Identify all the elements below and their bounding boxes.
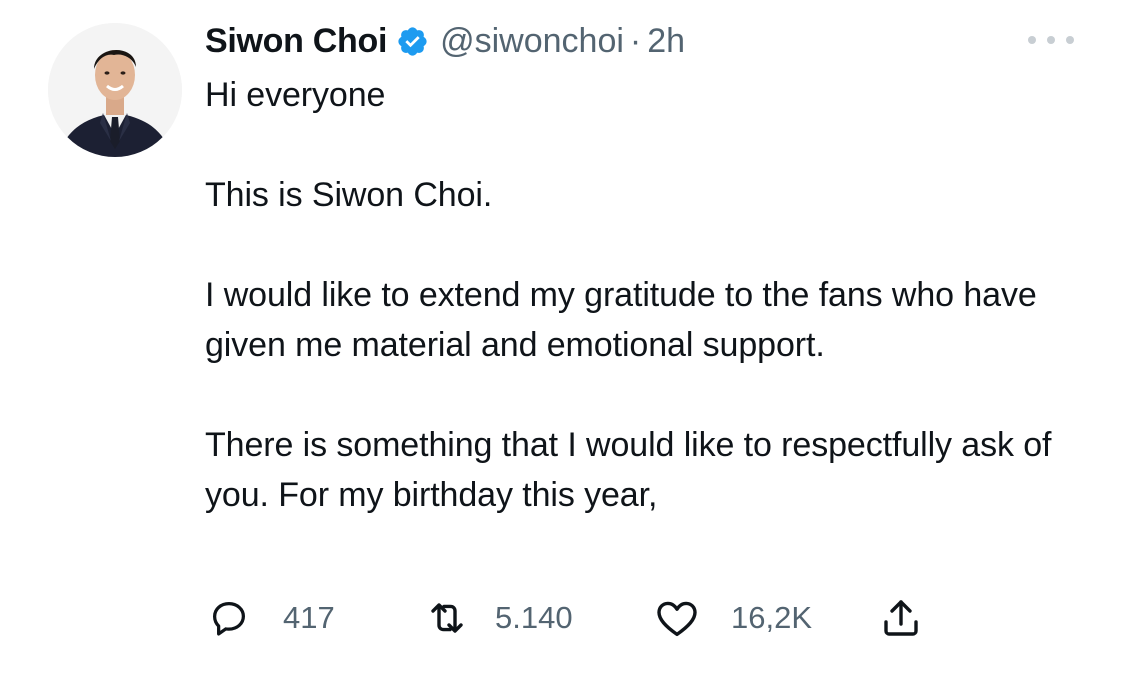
tweet-header: Siwon Choi @siwonchoi · 2h: [205, 18, 685, 64]
reply-count: 417: [283, 600, 335, 635]
more-dot: [1066, 36, 1074, 44]
retweet-icon: [423, 594, 471, 642]
action-bar: 417 5.140 16,2K: [205, 593, 1105, 643]
reply-button[interactable]: 417: [205, 593, 335, 643]
verified-badge-icon: [396, 25, 429, 58]
retweet-count: 5.140: [495, 600, 573, 635]
more-icon[interactable]: [1028, 32, 1074, 48]
avatar[interactable]: [48, 23, 182, 157]
tweet-text: Hi everyone This is Siwon Choi. I would …: [205, 70, 1095, 520]
tweet[interactable]: Siwon Choi @siwonchoi · 2h Hi everyone T…: [0, 0, 1125, 683]
retweet-button[interactable]: 5.140: [423, 593, 573, 643]
tweet-paragraph: I would like to extend my gratitude to t…: [205, 276, 1037, 364]
author-handle[interactable]: @siwonchoi: [440, 22, 624, 61]
reply-icon: [205, 594, 253, 642]
more-dot: [1047, 36, 1055, 44]
share-button[interactable]: [877, 593, 925, 643]
heart-icon: [653, 594, 701, 642]
like-button[interactable]: 16,2K: [653, 593, 812, 643]
share-icon: [877, 594, 925, 642]
tweet-timestamp[interactable]: 2h: [647, 22, 685, 61]
like-count: 16,2K: [731, 600, 813, 635]
tweet-paragraph: This is Siwon Choi.: [205, 176, 493, 214]
separator-dot: ·: [629, 21, 642, 60]
tweet-paragraph: Hi everyone: [205, 76, 386, 114]
author-display-name[interactable]: Siwon Choi: [205, 22, 387, 61]
more-dot: [1028, 36, 1036, 44]
tweet-paragraph: There is something that I would like to …: [205, 426, 1052, 514]
